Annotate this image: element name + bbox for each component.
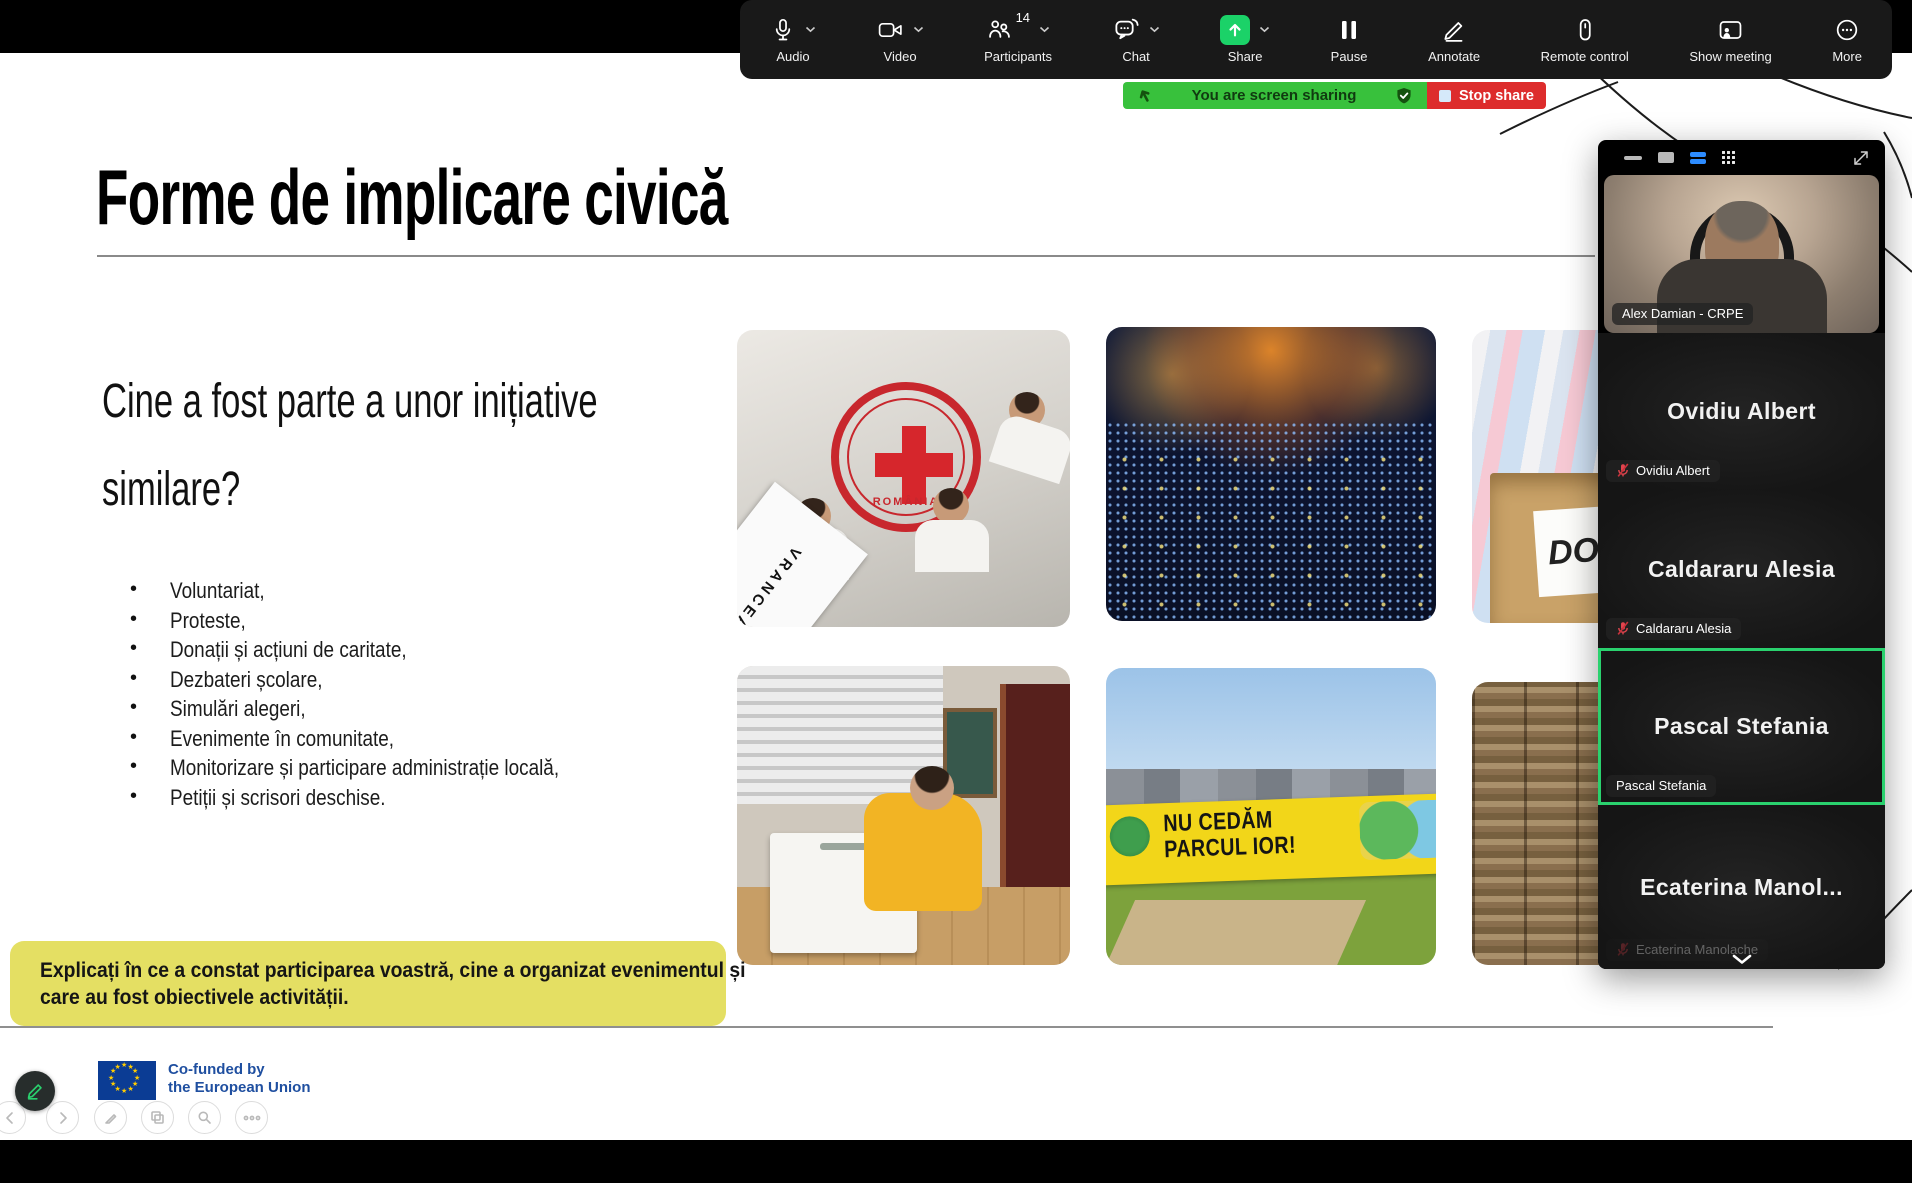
slide-bottom-divider <box>0 1026 1773 1028</box>
panel-header <box>1598 140 1885 175</box>
bullet-item: Simulări alegeri, <box>96 696 622 726</box>
participants-icon <box>986 16 1013 43</box>
microphone-icon <box>770 17 796 43</box>
pause-icon <box>1338 17 1360 43</box>
window-person-icon <box>1717 17 1744 43</box>
zoom-search-button[interactable] <box>188 1101 221 1134</box>
slide-title: Forme de implicare civică <box>96 152 728 243</box>
photo-ballot-box-voting <box>737 666 1070 965</box>
audio-button[interactable]: Audio <box>770 14 816 64</box>
next-slide-button[interactable] <box>46 1101 79 1134</box>
eu-funding-logo: ★★ ★★ ★★ ★★ ★★ ★★ Co-funded by the Europ… <box>98 1061 311 1100</box>
strip-view-button-active[interactable] <box>1690 152 1706 164</box>
participant-tile-caldararu-alesia[interactable]: Caldararu Alesia Caldararu Alesia <box>1598 490 1885 648</box>
chevron-down-icon[interactable] <box>1259 26 1270 33</box>
annotation-pencil-button[interactable] <box>15 1071 55 1111</box>
sharing-status: You are screen sharing <box>1123 82 1427 109</box>
callout-line-2: care au fost obiectivele activității. <box>40 984 745 1011</box>
more-tools-button[interactable] <box>235 1101 268 1134</box>
participants-count-badge: 14 <box>1016 10 1030 25</box>
muted-mic-icon <box>1616 621 1630 636</box>
expand-panel-icon[interactable] <box>1851 148 1871 168</box>
callout-line-1: Explicați în ce a constat participarea v… <box>40 957 745 984</box>
show-meeting-button[interactable]: Show meeting <box>1689 14 1771 64</box>
participant-tile-pascal-stefania-active[interactable]: Pascal Stefania Pascal Stefania <box>1598 648 1885 805</box>
screen-sharing-banner: You are screen sharing Stop share <box>1123 82 1546 109</box>
participant-name-label: Caldararu Alesia <box>1606 618 1741 640</box>
participants-button[interactable]: 14 Participants <box>984 14 1052 64</box>
bullet-item: Evenimente în comunitate, <box>96 726 622 756</box>
video-camera-icon <box>877 17 904 43</box>
bullet-list: Voluntariat, Proteste, Donații și acțiun… <box>96 578 622 814</box>
chat-bubble-icon <box>1113 16 1140 43</box>
participant-tile-ecaterina-manolache[interactable]: Ecaterina Manol... Ecaterina Manolache <box>1598 805 1885 969</box>
participant-name-label: Pascal Stefania <box>1606 775 1716 797</box>
stop-share-label: Stop share <box>1459 88 1534 104</box>
pen-tool-button[interactable] <box>94 1101 127 1134</box>
callout-box: Explicați în ce a constat participarea v… <box>10 941 726 1026</box>
participant-name-label: Ovidiu Albert <box>1606 460 1720 482</box>
photo-red-cross-volunteers: ROMÂNIA VRANCEA <box>737 330 1070 627</box>
chat-button[interactable]: Chat <box>1113 14 1160 64</box>
bullet-item: Proteste, <box>96 608 622 638</box>
shield-check-icon <box>1395 87 1413 105</box>
pause-button[interactable]: Pause <box>1331 14 1368 64</box>
photo-night-protest-crowd <box>1106 327 1436 621</box>
self-name-label: Alex Damian - CRPE <box>1612 303 1753 325</box>
remote-control-button[interactable]: Remote control <box>1541 14 1629 64</box>
slide-layout-button[interactable] <box>141 1101 174 1134</box>
video-button[interactable]: Video <box>877 14 924 64</box>
gallery-view-button[interactable] <box>1722 151 1735 164</box>
share-arrow-icon <box>1134 85 1156 107</box>
nu-cedam-banner: NU CEDĂM PARCUL IOR! <box>1106 792 1436 885</box>
question-line-2: similare? <box>102 446 598 534</box>
share-screen-icon <box>1220 15 1250 45</box>
scroll-more-participants-chevron[interactable] <box>1731 954 1753 965</box>
eu-text-line-1: Co-funded by <box>168 1061 311 1079</box>
speaker-view-button[interactable] <box>1658 152 1674 163</box>
stop-square-icon <box>1439 90 1451 102</box>
chevron-down-icon[interactable] <box>1149 26 1160 33</box>
chevron-down-icon[interactable] <box>805 26 816 33</box>
chevron-down-icon[interactable] <box>1039 26 1050 33</box>
minimize-panel-button[interactable] <box>1624 156 1642 160</box>
slide-question: Cine a fost parte a unor inițiative simi… <box>102 358 598 534</box>
ellipsis-icon <box>1834 17 1860 43</box>
mouse-icon <box>1572 17 1598 43</box>
bullet-item: Monitorizare și participare administrați… <box>96 755 622 785</box>
stop-share-button[interactable]: Stop share <box>1427 82 1546 109</box>
bullet-item: Petiții și scrisori deschise. <box>96 785 622 815</box>
meeting-toolbar: Audio Video <box>740 0 1892 79</box>
title-divider <box>97 255 1595 257</box>
bullet-item: Voluntariat, <box>96 578 622 608</box>
eu-flag-icon: ★★ ★★ ★★ ★★ ★★ ★★ <box>98 1061 156 1100</box>
bullet-item: Dezbateri școlare, <box>96 667 622 697</box>
question-line-1: Cine a fost parte a unor inițiative <box>102 358 598 446</box>
bottom-black-bar <box>0 1140 1912 1183</box>
self-video-tile[interactable]: Alex Damian - CRPE <box>1604 175 1879 333</box>
zoom-screen-share-screen: Forme de implicare civică Cine a fost pa… <box>0 0 1912 1183</box>
share-button[interactable]: Share <box>1220 14 1270 64</box>
eu-text-line-2: the European Union <box>168 1079 311 1097</box>
more-button[interactable]: More <box>1832 14 1862 64</box>
chevron-down-icon[interactable] <box>913 26 924 33</box>
participants-video-panel: Alex Damian - CRPE Ovidiu Albert Ovidiu … <box>1598 140 1885 969</box>
muted-mic-icon <box>1616 463 1630 478</box>
sharing-status-text: You are screen sharing <box>1165 87 1383 104</box>
pencil-icon <box>24 1080 46 1102</box>
participant-tile-ovidiu-albert[interactable]: Ovidiu Albert Ovidiu Albert <box>1598 333 1885 490</box>
muted-mic-icon <box>1616 942 1630 957</box>
pencil-icon <box>1441 17 1467 43</box>
photo-park-protest-banner: NU CEDĂM PARCUL IOR! <box>1106 668 1436 965</box>
annotate-button[interactable]: Annotate <box>1428 14 1480 64</box>
bullet-item: Donații și acțiuni de caritate, <box>96 637 622 667</box>
